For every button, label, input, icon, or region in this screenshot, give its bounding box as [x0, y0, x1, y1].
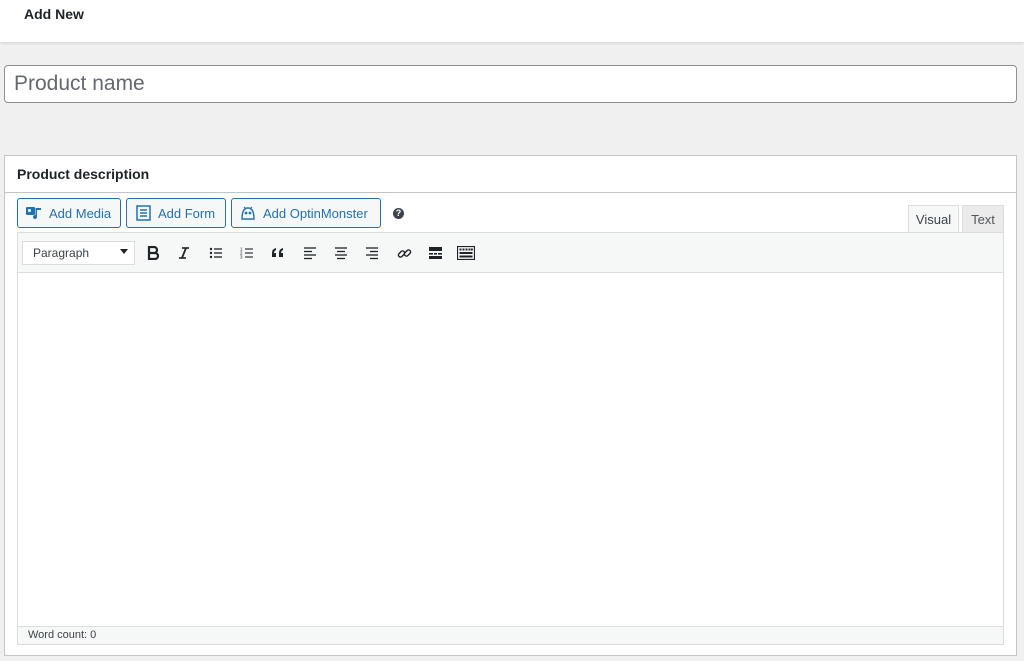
- add-media-button[interactable]: Add Media: [17, 198, 121, 228]
- numbered-list-icon[interactable]: 123: [236, 242, 258, 264]
- form-icon: [134, 204, 152, 222]
- add-optinmonster-label: Add OptinMonster: [263, 205, 368, 221]
- italic-icon[interactable]: [173, 242, 195, 264]
- format-select-value: Paragraph: [33, 246, 90, 260]
- editor: Paragraph 123 Word count: 0: [17, 232, 1004, 645]
- add-optinmonster-button[interactable]: Add OptinMonster: [231, 198, 381, 228]
- word-count: Word count: 0: [18, 626, 1003, 644]
- chevron-down-icon: [120, 249, 128, 254]
- page-title: Add New: [24, 6, 84, 22]
- blockquote-icon[interactable]: [267, 242, 289, 264]
- add-form-label: Add Form: [158, 205, 216, 221]
- optinmonster-icon: [239, 204, 257, 222]
- help-icon[interactable]: ?: [393, 208, 404, 219]
- bold-icon[interactable]: [142, 242, 164, 264]
- add-form-button[interactable]: Add Form: [126, 198, 226, 228]
- editor-toolbar: Paragraph 123: [18, 233, 1003, 273]
- tab-visual[interactable]: Visual: [908, 205, 959, 233]
- align-center-icon[interactable]: [330, 242, 352, 264]
- add-media-label: Add Media: [49, 205, 112, 221]
- media-icon: [25, 204, 43, 222]
- product-name-input[interactable]: [4, 65, 1017, 103]
- align-left-icon[interactable]: [299, 242, 321, 264]
- svg-text:3: 3: [240, 255, 243, 260]
- product-description-box: Product description Add Media Add Form A…: [4, 155, 1017, 656]
- toolbar-toggle-icon[interactable]: [455, 242, 477, 264]
- tab-text[interactable]: Text: [962, 205, 1004, 233]
- product-description-title: Product description: [5, 156, 1016, 193]
- link-icon[interactable]: [393, 242, 415, 264]
- editor-content-area[interactable]: [18, 273, 1003, 626]
- top-bar: Add New: [0, 0, 1024, 42]
- read-more-icon[interactable]: [424, 242, 446, 264]
- bulleted-list-icon[interactable]: [205, 242, 227, 264]
- align-right-icon[interactable]: [361, 242, 383, 264]
- format-select[interactable]: Paragraph: [22, 241, 135, 265]
